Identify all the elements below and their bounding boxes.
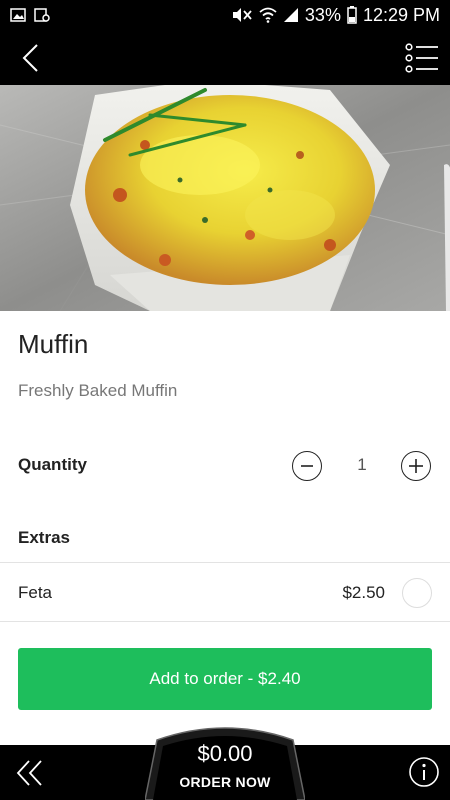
double-chevron-left-icon: [16, 760, 42, 786]
info-icon: [409, 757, 439, 787]
muffin-photo: [0, 85, 450, 311]
plus-icon: [409, 459, 423, 473]
extra-option-feta[interactable]: Feta $2.50: [0, 563, 450, 621]
order-total: $0.00: [197, 741, 253, 766]
divider: [0, 621, 450, 622]
battery-percent: 33%: [304, 4, 341, 25]
minus-icon: [301, 465, 313, 467]
quantity-label: Quantity: [18, 455, 87, 474]
chevron-left-icon: [22, 44, 38, 72]
quantity-value: 1: [357, 455, 367, 474]
status-right: 33% 12:29 PM: [231, 5, 440, 26]
quantity-decrease-button[interactable]: [292, 451, 322, 481]
battery-icon: [347, 6, 357, 24]
top-nav-bar: [0, 30, 450, 85]
quantity-increase-button[interactable]: [401, 451, 431, 481]
extra-name: Feta: [18, 583, 53, 602]
order-now-button[interactable]: $0.00 ORDER NOW: [145, 722, 305, 800]
signal-icon: [283, 8, 298, 22]
add-to-order-button[interactable]: Add to order - $2.40: [18, 648, 432, 710]
order-now-label: ORDER NOW: [179, 774, 271, 790]
clock: 12:29 PM: [362, 4, 440, 25]
extra-price: $2.50: [342, 583, 385, 602]
status-bar: 33% 12:29 PM: [0, 0, 450, 30]
product-description: Freshly Baked Muffin: [18, 381, 178, 400]
status-left-icons: [10, 8, 50, 22]
mute-icon: [232, 8, 252, 22]
extras-label: Extras: [18, 528, 70, 547]
product-image: [0, 85, 450, 311]
list-menu-icon: [405, 43, 438, 73]
screenshot-icon: [34, 8, 50, 22]
extra-checkbox[interactable]: [402, 578, 432, 608]
wifi-icon: [259, 7, 277, 23]
image-icon: [10, 8, 26, 22]
bottom-back-button[interactable]: [10, 753, 50, 793]
menu-button[interactable]: [402, 38, 442, 78]
info-button[interactable]: [408, 756, 440, 788]
back-button[interactable]: [10, 38, 50, 78]
product-title: Muffin: [18, 329, 89, 359]
